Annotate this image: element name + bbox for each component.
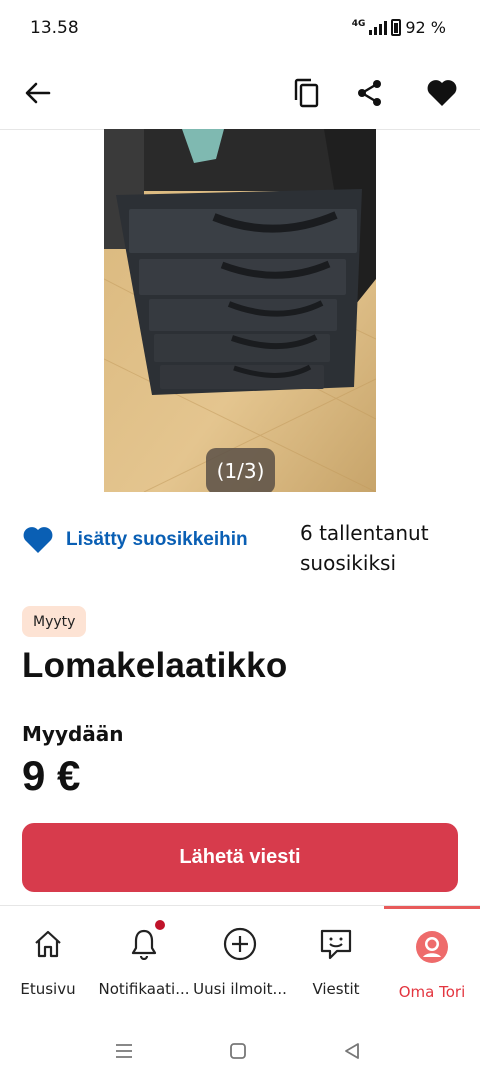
system-navigation (0, 1007, 480, 1073)
copy-button[interactable] (281, 68, 331, 118)
back-button[interactable] (13, 68, 63, 118)
back-system-button[interactable] (332, 1031, 372, 1071)
nav-label: Oma Tori (398, 983, 466, 1001)
bottom-navigation: Etusivu Notifikaati... Uusi ilmoit... Vi… (0, 905, 480, 1007)
chat-icon (319, 926, 353, 962)
nav-item-new-listing[interactable]: Uusi ilmoit... (192, 906, 288, 1008)
favorite-label: Lisätty suosikkeihin (66, 529, 248, 550)
battery-icon (391, 19, 402, 36)
plus-circle-icon (223, 926, 257, 962)
heart-icon (23, 527, 53, 553)
drawer-cabinet-image (104, 129, 376, 492)
listing-price: 9 € (22, 752, 81, 799)
favorite-toggle-button[interactable] (417, 68, 467, 118)
nav-item-oma-tori[interactable]: Oma Tori (384, 906, 480, 1008)
home-icon (32, 926, 64, 962)
square-icon (230, 1043, 246, 1059)
added-to-favorites-button[interactable]: Lisätty suosikkeihin (22, 526, 248, 554)
bell-icon (129, 920, 165, 962)
sale-type: Myydään (22, 722, 124, 746)
nav-item-etusivu[interactable]: Etusivu (0, 906, 96, 1008)
profile-icon (415, 929, 449, 965)
favorite-count: 6 tallentanut suosikiksi (300, 521, 429, 575)
menu-lines-icon (116, 1044, 132, 1058)
status-indicators: 4G 92 % (352, 18, 446, 37)
signal-icon (369, 20, 388, 35)
nav-item-notifications[interactable]: Notifikaati... (96, 906, 192, 1008)
copy-icon (294, 78, 319, 108)
nav-label: Uusi ilmoit... (193, 980, 287, 998)
nav-label: Viestit (312, 980, 360, 998)
share-button[interactable] (345, 68, 395, 118)
triangle-back-icon (345, 1043, 359, 1059)
network-type: 4G (351, 18, 366, 29)
favorite-row: Lisätty suosikkeihin 6 tallentanut suosi… (0, 516, 480, 586)
notification-dot (155, 920, 165, 930)
recents-button[interactable] (104, 1031, 144, 1071)
nav-label: Etusivu (20, 980, 76, 998)
status-badge: Myyty (22, 606, 87, 637)
home-system-button[interactable] (218, 1031, 258, 1071)
status-time: 13.58 (30, 18, 79, 38)
nav-label: Notifikaati... (98, 980, 190, 998)
nav-item-messages[interactable]: Viestit (288, 906, 384, 1008)
photo-counter: (1/3) (206, 448, 275, 492)
send-message-button[interactable]: Lähetä viesti (22, 823, 458, 892)
battery-level: 92 % (405, 18, 446, 37)
share-icon (358, 80, 381, 106)
top-app-bar (0, 58, 480, 130)
listing-title: Lomakelaatikko (22, 646, 288, 685)
heart-icon (427, 80, 457, 106)
listing-photo[interactable]: (1/3) (104, 129, 376, 492)
status-bar: 13.58 4G 92 % (0, 0, 480, 58)
arrow-left-icon (25, 82, 51, 104)
